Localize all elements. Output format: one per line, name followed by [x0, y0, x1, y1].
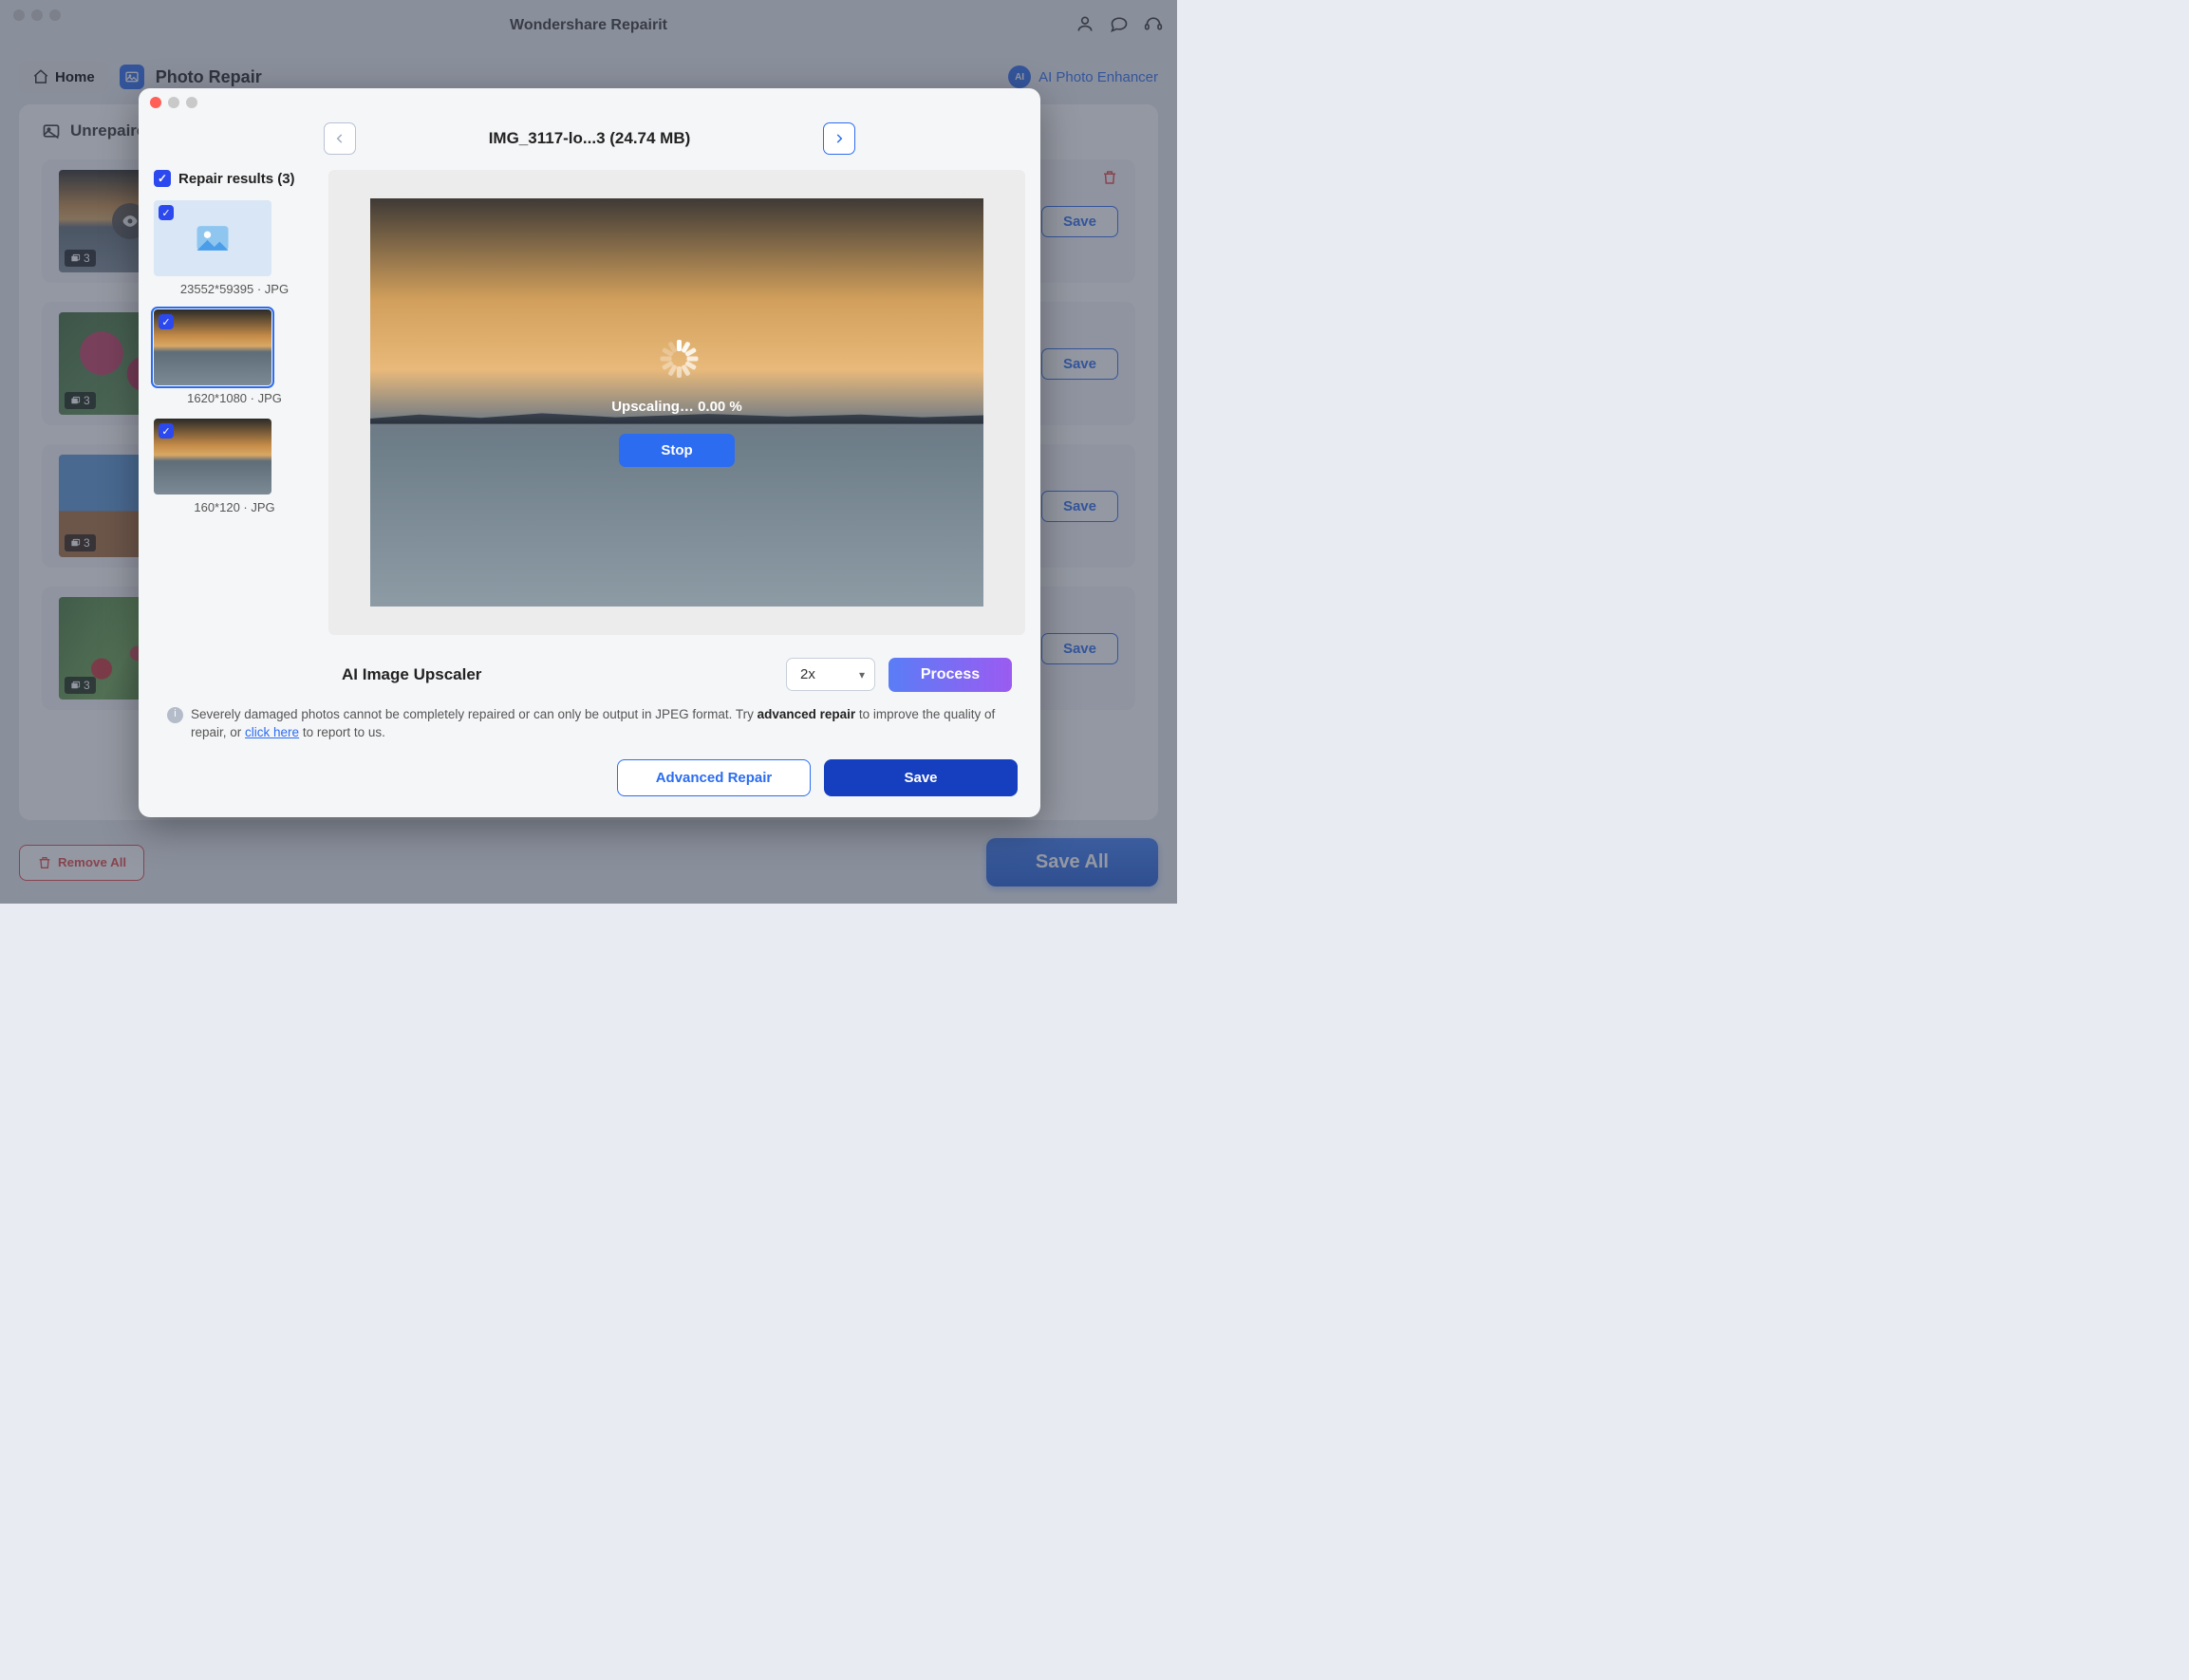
- scale-select[interactable]: 2x: [786, 658, 875, 691]
- modal-header: IMG_3117-lo...3 (24.74 MB): [139, 88, 1040, 170]
- result-item[interactable]: ✓ 23552*59395 · JPG: [154, 200, 315, 296]
- results-sidebar: ✓ Repair results (3) ✓ 23552*59395 · JPG…: [154, 170, 315, 639]
- result-item[interactable]: ✓ 160*120 · JPG: [154, 419, 315, 514]
- repair-results-header[interactable]: ✓ Repair results (3): [154, 170, 315, 187]
- modal-traffic-lights: [150, 97, 197, 108]
- modal-zoom-dot[interactable]: [186, 97, 197, 108]
- result-meta: 160*120 · JPG: [154, 500, 315, 514]
- prev-button[interactable]: [324, 122, 356, 155]
- result-meta: 23552*59395 · JPG: [154, 282, 315, 296]
- upscaler-controls: AI Image Upscaler 2x Process: [139, 639, 1040, 692]
- next-button[interactable]: [823, 122, 855, 155]
- upscaling-overlay: Upscaling… 0.00 % Stop: [328, 170, 1025, 635]
- result-thumbnail[interactable]: ✓: [154, 200, 271, 276]
- checkbox-icon[interactable]: ✓: [159, 423, 174, 439]
- modal-save-button[interactable]: Save: [824, 759, 1018, 796]
- repair-results-label: Repair results (3): [178, 171, 295, 187]
- modal-close-dot[interactable]: [150, 97, 161, 108]
- modal-footer: Advanced Repair Save: [139, 742, 1040, 817]
- upscaling-status: Upscaling… 0.00 %: [611, 399, 742, 415]
- modal-minimize-dot[interactable]: [168, 97, 179, 108]
- result-item[interactable]: ✓ 1620*1080 · JPG: [154, 309, 315, 405]
- result-meta: 1620*1080 · JPG: [154, 391, 315, 405]
- preview-modal: IMG_3117-lo...3 (24.74 MB) ✓ Repair resu…: [139, 88, 1040, 817]
- report-link[interactable]: click here: [245, 725, 299, 739]
- result-thumbnail[interactable]: ✓: [154, 309, 271, 385]
- notice: i Severely damaged photos cannot be comp…: [139, 692, 1040, 742]
- advanced-repair-button[interactable]: Advanced Repair: [617, 759, 811, 796]
- spinner-icon: [656, 338, 698, 380]
- checkbox-icon[interactable]: ✓: [159, 314, 174, 329]
- result-thumbnail[interactable]: ✓: [154, 419, 271, 495]
- upscaler-title: AI Image Upscaler: [342, 665, 481, 684]
- notice-text: Severely damaged photos cannot be comple…: [191, 705, 1012, 742]
- checkbox-icon[interactable]: ✓: [154, 170, 171, 187]
- process-button[interactable]: Process: [889, 658, 1012, 692]
- modal-title: IMG_3117-lo...3 (24.74 MB): [489, 129, 691, 148]
- preview-pane: Upscaling… 0.00 % Stop: [328, 170, 1025, 635]
- stop-button[interactable]: Stop: [619, 434, 734, 467]
- checkbox-icon[interactable]: ✓: [159, 205, 174, 220]
- info-icon: i: [167, 707, 183, 723]
